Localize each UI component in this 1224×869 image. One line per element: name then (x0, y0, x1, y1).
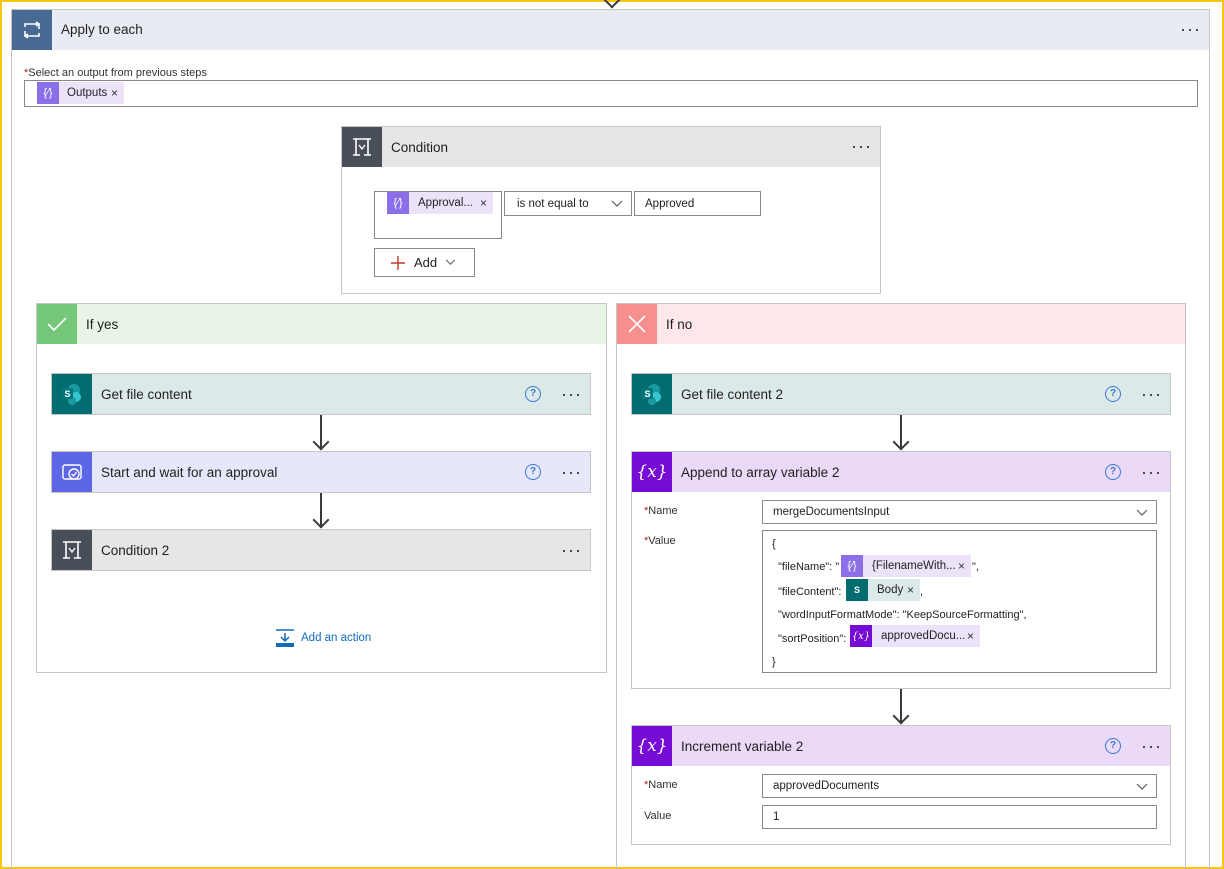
apply-to-each-title: Apply to each (61, 22, 143, 37)
get-file-content-2-title: Get file content 2 (681, 387, 784, 402)
remove-token-icon[interactable]: × (480, 196, 493, 210)
condition-title: Condition (391, 140, 449, 155)
increment-name-select[interactable]: approvedDocuments (762, 774, 1157, 798)
remove-token-icon[interactable]: × (958, 559, 971, 573)
increment-name-label: *Name (644, 779, 678, 791)
chevron-down-icon (611, 200, 623, 207)
apply-to-each-header[interactable] (12, 10, 1209, 50)
expression-icon: {∕} (387, 192, 409, 214)
increment-variable-title: Increment variable 2 (681, 739, 804, 754)
remove-token-icon[interactable]: × (111, 86, 124, 100)
variable-icon: {x} (632, 452, 672, 492)
outputs-token-label: Outputs (67, 87, 108, 99)
filename-token[interactable]: {∕} {FilenameWith... × (841, 555, 971, 577)
condition-2-title: Condition 2 (101, 543, 170, 558)
approval-token-label: Approval... (418, 197, 473, 209)
chevron-down-icon (1136, 783, 1148, 790)
chevron-down-icon (445, 259, 456, 265)
json-filecontent-key: "fileContent": (778, 586, 842, 598)
variable-icon: {x} (632, 726, 672, 766)
step-menu-icon[interactable]: ··· (1141, 385, 1162, 403)
step-menu-icon[interactable]: ··· (1141, 737, 1162, 755)
increment-value-label: Value (644, 810, 672, 822)
step-menu-icon[interactable]: ··· (1141, 463, 1162, 481)
append-value-label: *Value (644, 535, 676, 547)
condition-value: Approved (645, 197, 695, 210)
select-output-label: *Select an output from previous steps (24, 67, 207, 79)
increment-name-value: approvedDocuments (773, 780, 880, 792)
add-label: Add (414, 255, 438, 270)
get-file-content-title: Get file content (101, 387, 192, 402)
step-menu-icon[interactable]: ··· (561, 541, 582, 559)
add-condition-button[interactable]: Add (374, 248, 475, 277)
remove-token-icon[interactable]: × (907, 583, 920, 597)
step-menu-icon[interactable]: ··· (561, 385, 582, 403)
json-filename-key: "fileName": " (778, 561, 840, 573)
chevron-down-icon (1136, 509, 1148, 516)
help-icon[interactable]: ? (525, 386, 541, 402)
add-action-icon (276, 629, 294, 647)
append-name-select[interactable]: mergeDocumentsInput (762, 500, 1157, 524)
condition-icon (52, 530, 92, 570)
sharepoint-icon: S (846, 579, 868, 601)
help-icon[interactable]: ? (1105, 464, 1121, 480)
outputs-token[interactable]: {∕} Outputs × (37, 82, 124, 104)
add-action-button[interactable]: Add an action (275, 627, 375, 649)
json-format-line: "wordInputFormatMode": "KeepSourceFormat… (778, 609, 1027, 621)
append-name-value: mergeDocumentsInput (773, 506, 890, 518)
body-token-label: Body (877, 584, 904, 596)
start-approval-title: Start and wait for an approval (101, 465, 278, 480)
body-token[interactable]: S Body × (846, 579, 920, 601)
if-no-title: If no (666, 317, 693, 332)
step-menu-icon[interactable]: ··· (561, 463, 582, 481)
if-yes-header[interactable] (37, 304, 606, 344)
increment-value-field[interactable]: 1 (762, 805, 1157, 829)
expression-icon: {∕} (841, 555, 863, 577)
plus-icon (391, 255, 405, 270)
loop-icon (12, 10, 52, 50)
operator-label: is not equal to (517, 197, 589, 210)
filename-token-label: {FilenameWith... (872, 560, 956, 572)
json-filecontent-suffix: , (920, 586, 924, 598)
json-filename-suffix: ", (972, 561, 979, 573)
json-close-brace: } (772, 656, 776, 668)
json-open-brace: { (772, 538, 776, 550)
append-value-field[interactable] (762, 530, 1157, 673)
json-sort-key: "sortPosition": (778, 633, 847, 645)
apply-to-each-menu-icon[interactable]: ··· (1180, 20, 1201, 38)
help-icon[interactable]: ? (1105, 386, 1121, 402)
condition-menu-icon[interactable]: ··· (851, 137, 872, 155)
svg-text:S: S (644, 389, 650, 399)
approval-icon (52, 452, 92, 492)
approved-docs-token-label: approvedDocu... (881, 630, 966, 642)
condition-value-field[interactable]: Approved (634, 191, 761, 216)
help-icon[interactable]: ? (1105, 738, 1121, 754)
if-no-header[interactable] (617, 304, 1185, 344)
select-output-field[interactable] (24, 80, 1198, 107)
add-action-label: Add an action (301, 632, 372, 644)
close-icon (617, 304, 657, 344)
sharepoint-icon: S (632, 374, 672, 414)
svg-text:S: S (64, 389, 70, 399)
if-yes-title: If yes (86, 317, 119, 332)
increment-value: 1 (773, 811, 780, 823)
approval-token[interactable]: {∕} Approval... × (387, 192, 493, 214)
condition-icon (342, 127, 382, 167)
append-array-title: Append to array variable 2 (681, 465, 840, 480)
variable-icon: {x} (850, 625, 872, 647)
sharepoint-icon: S (52, 374, 92, 414)
checkmark-icon (37, 304, 77, 344)
expression-icon: {∕} (37, 82, 59, 104)
remove-token-icon[interactable]: × (967, 629, 980, 643)
operator-select[interactable]: is not equal to (504, 191, 632, 216)
append-name-label: *Name (644, 505, 678, 517)
approved-docs-token[interactable]: {x} approvedDocu... × (850, 625, 980, 647)
help-icon[interactable]: ? (525, 464, 541, 480)
